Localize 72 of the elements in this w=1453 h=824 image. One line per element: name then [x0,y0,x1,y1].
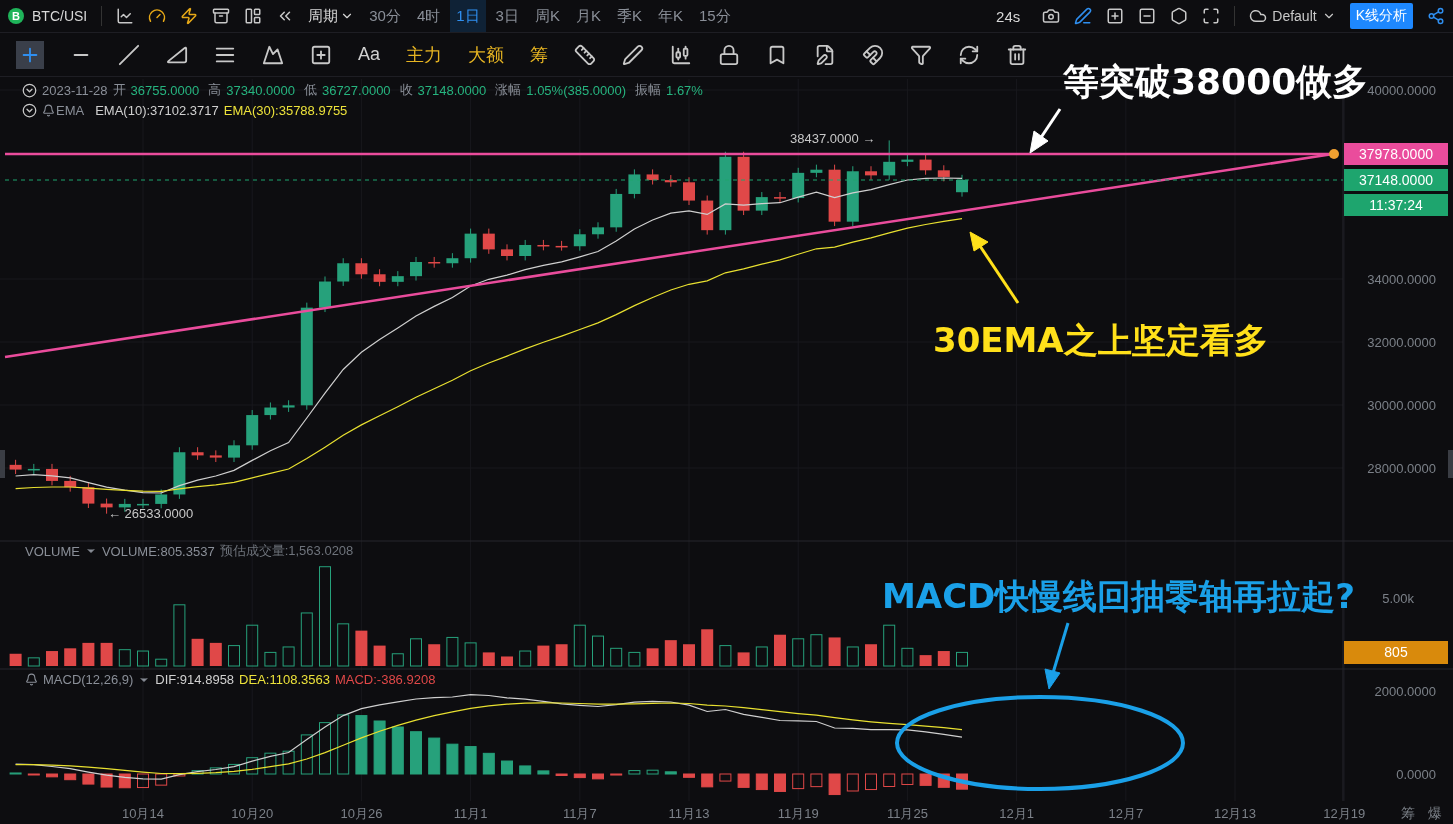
interval-tab[interactable]: 1日 [450,0,486,32]
text-tool[interactable]: Aa [358,44,381,65]
axis-label: 0.0000 [1396,767,1436,782]
date-label: 10月20 [231,806,274,821]
date-label: 11月1 [453,806,488,821]
field-value: 37148.0000 [417,82,487,98]
price-tag: 37978.0000 [1344,143,1448,165]
date-label: 12月1 [999,806,1034,821]
field-value: 37340.0000 [226,82,295,98]
low-price-label: ← 26533.0000 [108,506,194,521]
interval-tab[interactable]: 季K [611,0,648,32]
indicator-value: 预估成交量:1,563.0208 [219,542,354,560]
field-value: 36755.0000 [130,82,200,98]
field-label: 收 [399,81,413,99]
date-label: 10月26 [340,806,383,821]
date-label: 11月13 [668,806,710,821]
date-label: 12月13 [1214,806,1256,821]
high-price-label: 38437.0000 → [790,131,876,146]
symbol-label[interactable]: BTC/USI [32,8,88,24]
annotation-text: 30EMA之上坚定看多 [933,319,1268,362]
axis-label: 40000.0000 [1367,83,1436,98]
axis-label: 34000.0000 [1367,272,1436,287]
date-label: 11月7 [562,806,597,821]
interval-tab[interactable]: 4时 [410,0,447,32]
field-value: 1.05%(385.0000) [526,82,627,98]
indicator-value: EMA(30):35788.9755 [223,103,348,118]
field-label: 开 [112,81,126,99]
field-label: 低 [303,81,317,99]
indicator-value: VOLUME:805.3537 [101,543,215,559]
date-label: 11月19 [777,806,819,821]
interval-tab[interactable]: 3日 [489,0,525,32]
axis-label: 28000.0000 [1367,461,1436,476]
indicator-value: MACD:-386.9208 [334,672,436,687]
field-label: 振幅 [635,81,662,99]
annotation-text: MACD快慢线回抽零轴再拉起? [882,575,1356,618]
axis-label: 5.00k [1382,591,1414,606]
price-tag: 805 [1344,641,1448,664]
interval-tab[interactable]: 月K [569,0,607,32]
axis-label: 30000.0000 [1367,398,1436,413]
coin-logo: B [8,8,24,24]
date-label: 12月19 [1323,806,1366,821]
price-tag: 11:37:24 [1344,194,1448,216]
countdown-label: 24s [996,7,1021,25]
field-value: 1.67% [666,82,703,98]
indicator-name: MACD(12,26,9) [43,672,134,687]
axis-label: 爆 [1428,805,1442,821]
indicator-value: DEA:1108.3563 [239,672,330,687]
indicator-name: VOLUME [25,543,80,559]
date-label: 12月7 [1108,806,1144,821]
text-tool[interactable]: 大额 [468,42,505,67]
indicator-value: DIF:914.8958 [155,672,235,687]
indicator-value: EMA(10):37102.3717 [95,103,219,118]
field-label: 涨幅 [495,81,522,99]
indicator-name: EMA [56,103,85,118]
interval-tab[interactable]: 周K [528,0,566,32]
period-dropdown[interactable]: 周期 [308,6,355,26]
interval-tab[interactable]: 30分 [363,0,407,32]
axis-label: 32000.0000 [1367,335,1436,350]
date-label: 10月14 [122,806,164,821]
date-label: 11月25 [886,806,928,821]
axis-label: 筹 [1401,805,1415,821]
interval-tab[interactable]: 年K [652,0,689,32]
axis-label: 2000.0000 [1374,684,1436,699]
layout-dropdown[interactable]: Default [1249,7,1336,25]
analysis-button[interactable]: K线分析 [1349,3,1413,29]
text-tool[interactable]: 主力 [406,42,443,67]
price-tag: 37148.0000 [1344,169,1448,191]
field-label: 高 [208,81,222,99]
interval-tab[interactable]: 15分 [693,0,737,32]
date-label: 2023-11-28 [42,82,108,98]
text-tool[interactable]: 筹 [530,42,549,67]
field-value: 36727.0000 [321,82,391,98]
